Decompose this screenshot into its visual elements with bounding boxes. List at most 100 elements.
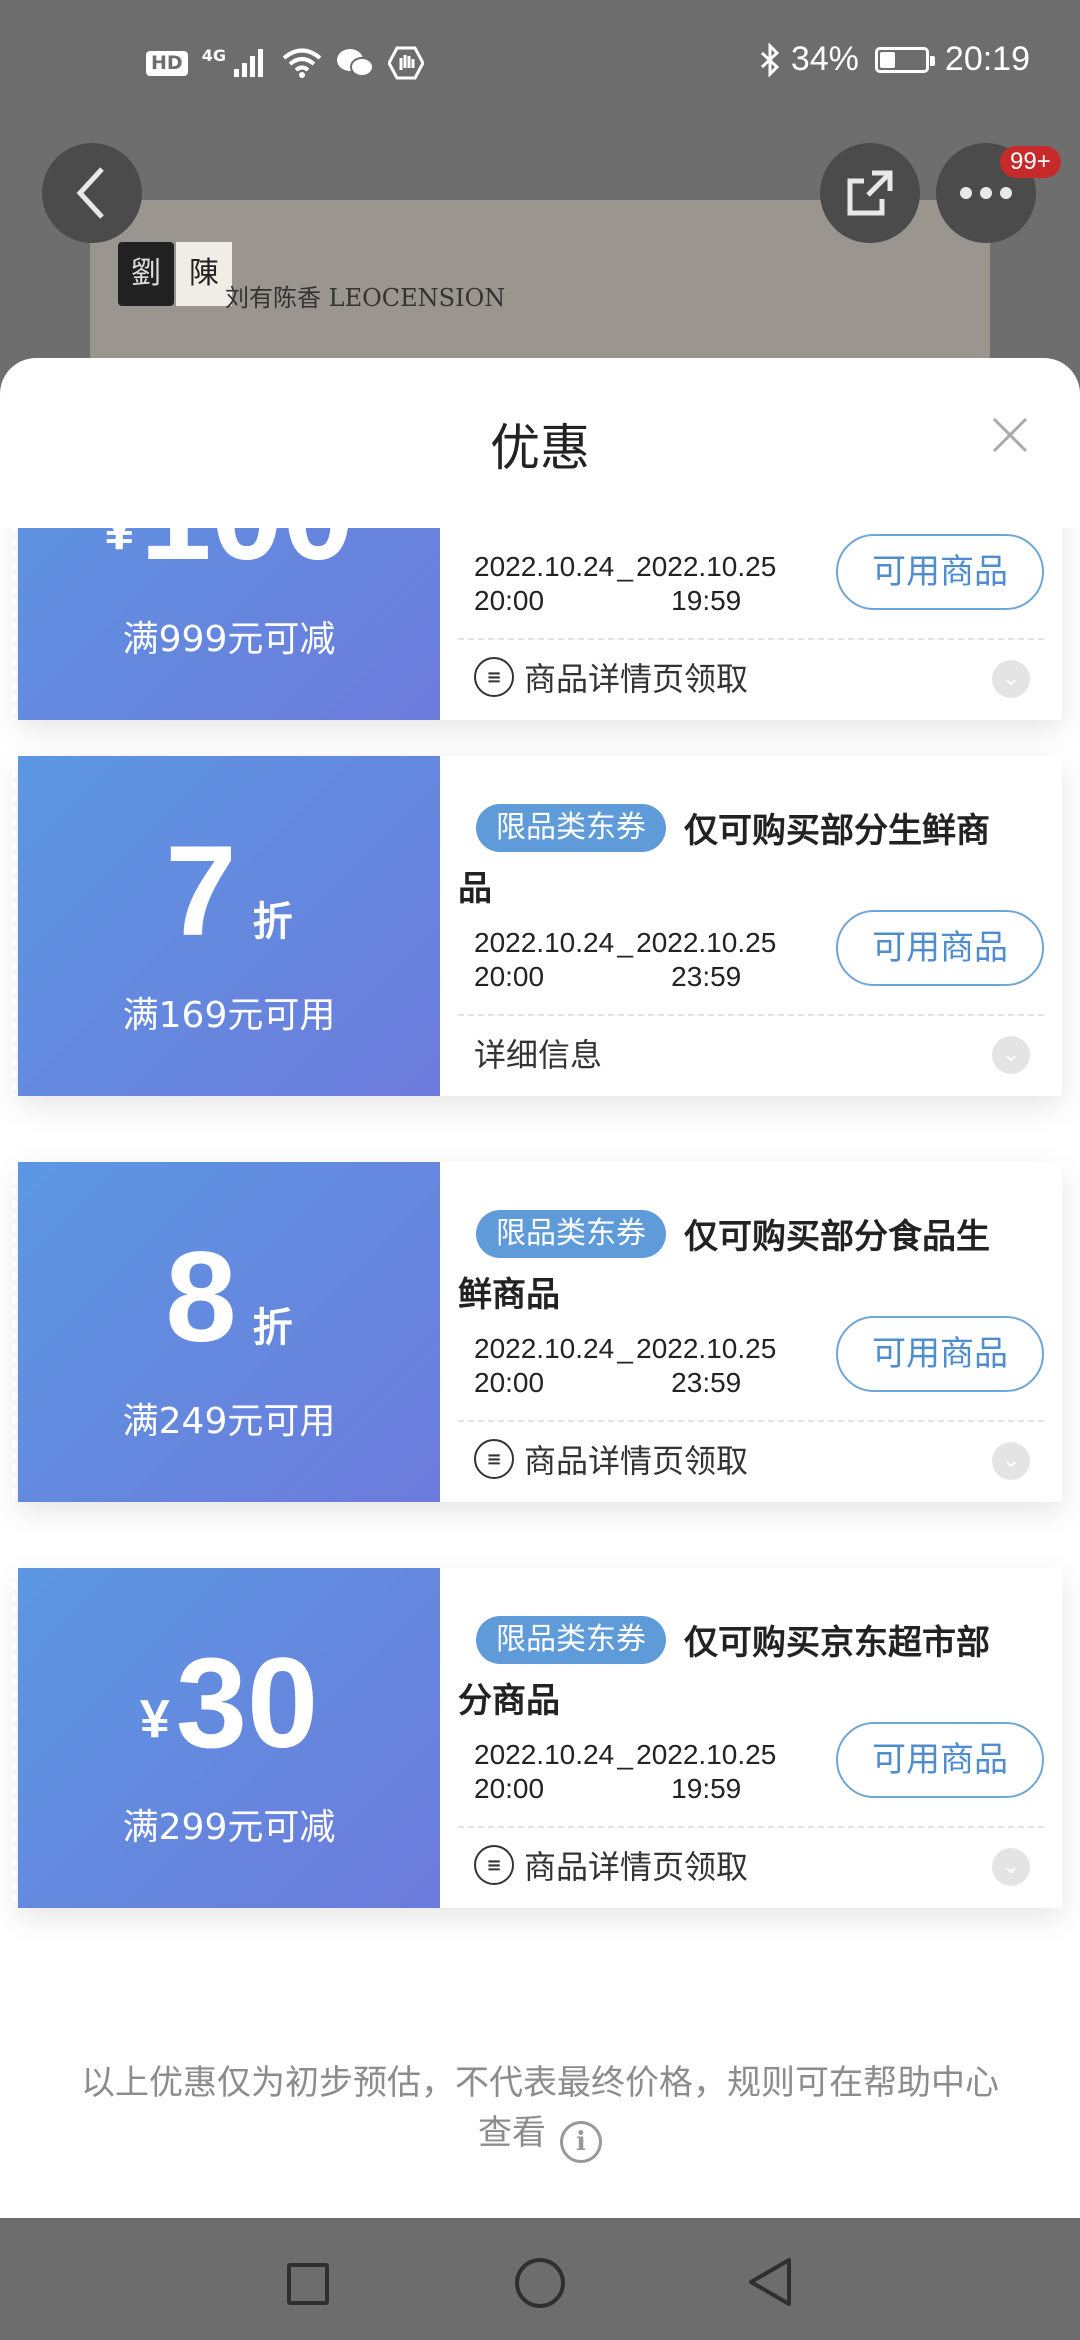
status-bar: HD 4G 34% 20:19 bbox=[0, 0, 1080, 130]
start-time: 20:00 bbox=[474, 961, 545, 992]
coupon-type-tag: 限品类东券 bbox=[476, 1210, 666, 1258]
currency-symbol: ¥ bbox=[104, 528, 135, 561]
currency-symbol: ¥ bbox=[139, 1689, 170, 1749]
start-date: 2022.10.24 bbox=[474, 551, 615, 582]
brand-logo-char1: 劉 bbox=[118, 242, 174, 306]
available-products-button[interactable]: 可用商品 bbox=[836, 910, 1044, 986]
close-button[interactable] bbox=[980, 408, 1040, 468]
end-time: 23:59 bbox=[671, 961, 742, 992]
battery-level bbox=[879, 51, 895, 68]
coupon-footer-text: 商品详情页领取 bbox=[524, 1442, 749, 1480]
coupon-type-tag: 限品类东券 bbox=[476, 1616, 666, 1664]
start-date: 2022.10.24 bbox=[474, 1739, 615, 1770]
start-datetime: 2022.10.24 20:00 bbox=[474, 926, 614, 994]
start-time: 20:00 bbox=[474, 1367, 545, 1398]
back-button[interactable] bbox=[42, 143, 142, 243]
end-time: 23:59 bbox=[671, 1367, 742, 1398]
coupon-sheet: 优惠 ¥100 满999元可减 2022.10.2420:00_2022.10.… bbox=[0, 358, 1080, 2218]
start-datetime: 2022.10.24 20:00 bbox=[474, 1738, 614, 1806]
end-datetime: 2022.10.25 19:59 bbox=[636, 1738, 776, 1806]
coupon-footer[interactable]: ≡ 商品详情页领取 bbox=[474, 1436, 748, 1482]
end-date: 2022.10.25 bbox=[636, 1739, 777, 1770]
discount-unit: 折 bbox=[252, 899, 293, 945]
brand-name: 刘有陈香 LEOCENSION bbox=[225, 284, 506, 312]
dashed-divider bbox=[458, 1420, 1044, 1422]
end-date: 2022.10.25 bbox=[636, 927, 777, 958]
coupon-amount-value: 100 bbox=[140, 528, 354, 587]
expand-chevron-icon[interactable]: ⌄ bbox=[992, 1442, 1030, 1480]
expand-chevron-icon[interactable]: ⌄ bbox=[992, 1036, 1030, 1074]
chevron-left-icon bbox=[76, 167, 104, 219]
coupon-info-panel: 2022.10.24 20:00_ 2022.10.25 19:59 可用商品 ≡ 商… bbox=[440, 528, 1062, 720]
notification-badge: 99+ bbox=[1000, 146, 1061, 178]
coupon-validity: 2022.10.24 20:00_ 2022.10.25 19:59 bbox=[474, 1738, 776, 1806]
status-icons-right: 34% 20:19 bbox=[759, 40, 1030, 79]
coupon-card: ¥30 满299元可减 仅可购买京东超市部分商品 限品类东券 2022.10.2… bbox=[12, 1568, 1062, 1908]
coupon-card: 7折 满169元可用 仅可购买部分生鲜商品 限品类东券 2022.10.24 20… bbox=[12, 756, 1062, 1096]
coupon-condition: 满169元可用 bbox=[122, 995, 336, 1036]
share-button[interactable] bbox=[820, 143, 920, 243]
end-date: 2022.10.25 bbox=[636, 551, 777, 582]
coupon-amount: 8折 bbox=[18, 1234, 440, 1392]
coupon-info-panel: 仅可购买部分生鲜商品 限品类东券 2022.10.24 20:00_ 2022.10… bbox=[440, 756, 1062, 1096]
disclaimer: 以上优惠仅为初步预估，不代表最终价格，规则可在帮助中心查看 i bbox=[80, 2058, 1000, 2163]
hd-icon: HD bbox=[146, 50, 188, 76]
coupon-amount: ¥30 bbox=[18, 1640, 440, 1783]
expand-chevron-icon[interactable]: ⌄ bbox=[992, 1848, 1030, 1886]
ticket-icon: ≡ bbox=[474, 1845, 514, 1885]
wifi-icon bbox=[282, 48, 322, 78]
available-products-button[interactable]: 可用商品 bbox=[836, 1722, 1044, 1798]
end-datetime: 2022.10.25 23:59 bbox=[636, 926, 776, 994]
signal-icon bbox=[233, 49, 263, 77]
end-datetime: 2022.10.25 19:59 bbox=[636, 550, 776, 618]
coupon-footer[interactable]: 详细信息 bbox=[474, 1030, 602, 1076]
ticket-icon: ≡ bbox=[474, 1439, 514, 1479]
coupon-info-panel: 仅可购买京东超市部分商品 限品类东券 2022.10.24 20:00_ 2022.… bbox=[440, 1568, 1062, 1908]
recents-button[interactable] bbox=[287, 2263, 329, 2305]
coupon-footer[interactable]: ≡ 商品详情页领取 bbox=[474, 1842, 748, 1888]
date-separator: _ bbox=[617, 927, 633, 958]
available-products-button[interactable]: 可用商品 bbox=[836, 1316, 1044, 1392]
wechat-icon bbox=[336, 49, 374, 77]
coupon-value-panel: 8折 满249元可用 bbox=[12, 1162, 440, 1502]
end-datetime: 2022.10.25 23:59 bbox=[636, 1332, 776, 1400]
coupon-validity: 2022.10.24 20:00_ 2022.10.25 19:59 bbox=[474, 550, 776, 618]
home-button[interactable] bbox=[515, 2258, 565, 2308]
coupon-value-panel: ¥30 满299元可减 bbox=[12, 1568, 440, 1908]
available-products-button[interactable]: 可用商品 bbox=[836, 534, 1044, 610]
expand-chevron-icon[interactable]: ⌄ bbox=[992, 660, 1030, 698]
close-icon bbox=[992, 417, 1028, 453]
coupon-amount: 7折 bbox=[18, 828, 440, 986]
start-datetime: 2022.10.24 20:00 bbox=[474, 1332, 614, 1400]
coupon-amount-value: 8 bbox=[165, 1226, 237, 1369]
coupon-amount-value: 7 bbox=[165, 820, 237, 963]
coupon-value-panel: 7折 满169元可用 bbox=[12, 756, 440, 1096]
coupon-list[interactable]: ¥100 满999元可减 2022.10.2420:00_2022.10.251… bbox=[0, 528, 1080, 2128]
coupon-amount-value: 30 bbox=[175, 1632, 319, 1775]
start-time: 20:00 bbox=[474, 1773, 545, 1804]
date-separator: _ bbox=[617, 1739, 633, 1770]
date-separator: _ bbox=[617, 551, 633, 582]
end-time: 19:59 bbox=[671, 585, 742, 616]
clock: 20:19 bbox=[944, 40, 1030, 78]
battery-icon bbox=[874, 46, 935, 73]
date-separator: _ bbox=[617, 1333, 633, 1364]
info-icon[interactable]: i bbox=[560, 2121, 602, 2163]
more-dots-icon bbox=[960, 187, 1012, 199]
coupon-footer[interactable]: ≡ 商品详情页领取 bbox=[474, 654, 748, 700]
coupon-condition: 满299元可减 bbox=[122, 1807, 336, 1848]
hand-gesture-icon bbox=[387, 46, 424, 80]
network-type: 4G bbox=[201, 45, 226, 65]
dashed-divider bbox=[458, 1014, 1044, 1016]
start-datetime: 2022.10.24 20:00 bbox=[474, 550, 614, 618]
dashed-divider bbox=[458, 1826, 1044, 1828]
back-triangle-icon[interactable] bbox=[745, 2256, 795, 2308]
end-date: 2022.10.25 bbox=[636, 1333, 777, 1364]
system-nav-bar bbox=[0, 2218, 1080, 2340]
sheet-title: 优惠 bbox=[490, 419, 590, 477]
ticket-icon: ≡ bbox=[474, 657, 514, 697]
status-icons-left: HD 4G bbox=[146, 46, 424, 80]
coupon-validity: 2022.10.24 20:00_ 2022.10.25 23:59 bbox=[474, 1332, 776, 1400]
coupon-footer-text: 商品详情页领取 bbox=[524, 1848, 749, 1886]
coupon-condition: 满249元可用 bbox=[122, 1401, 336, 1442]
